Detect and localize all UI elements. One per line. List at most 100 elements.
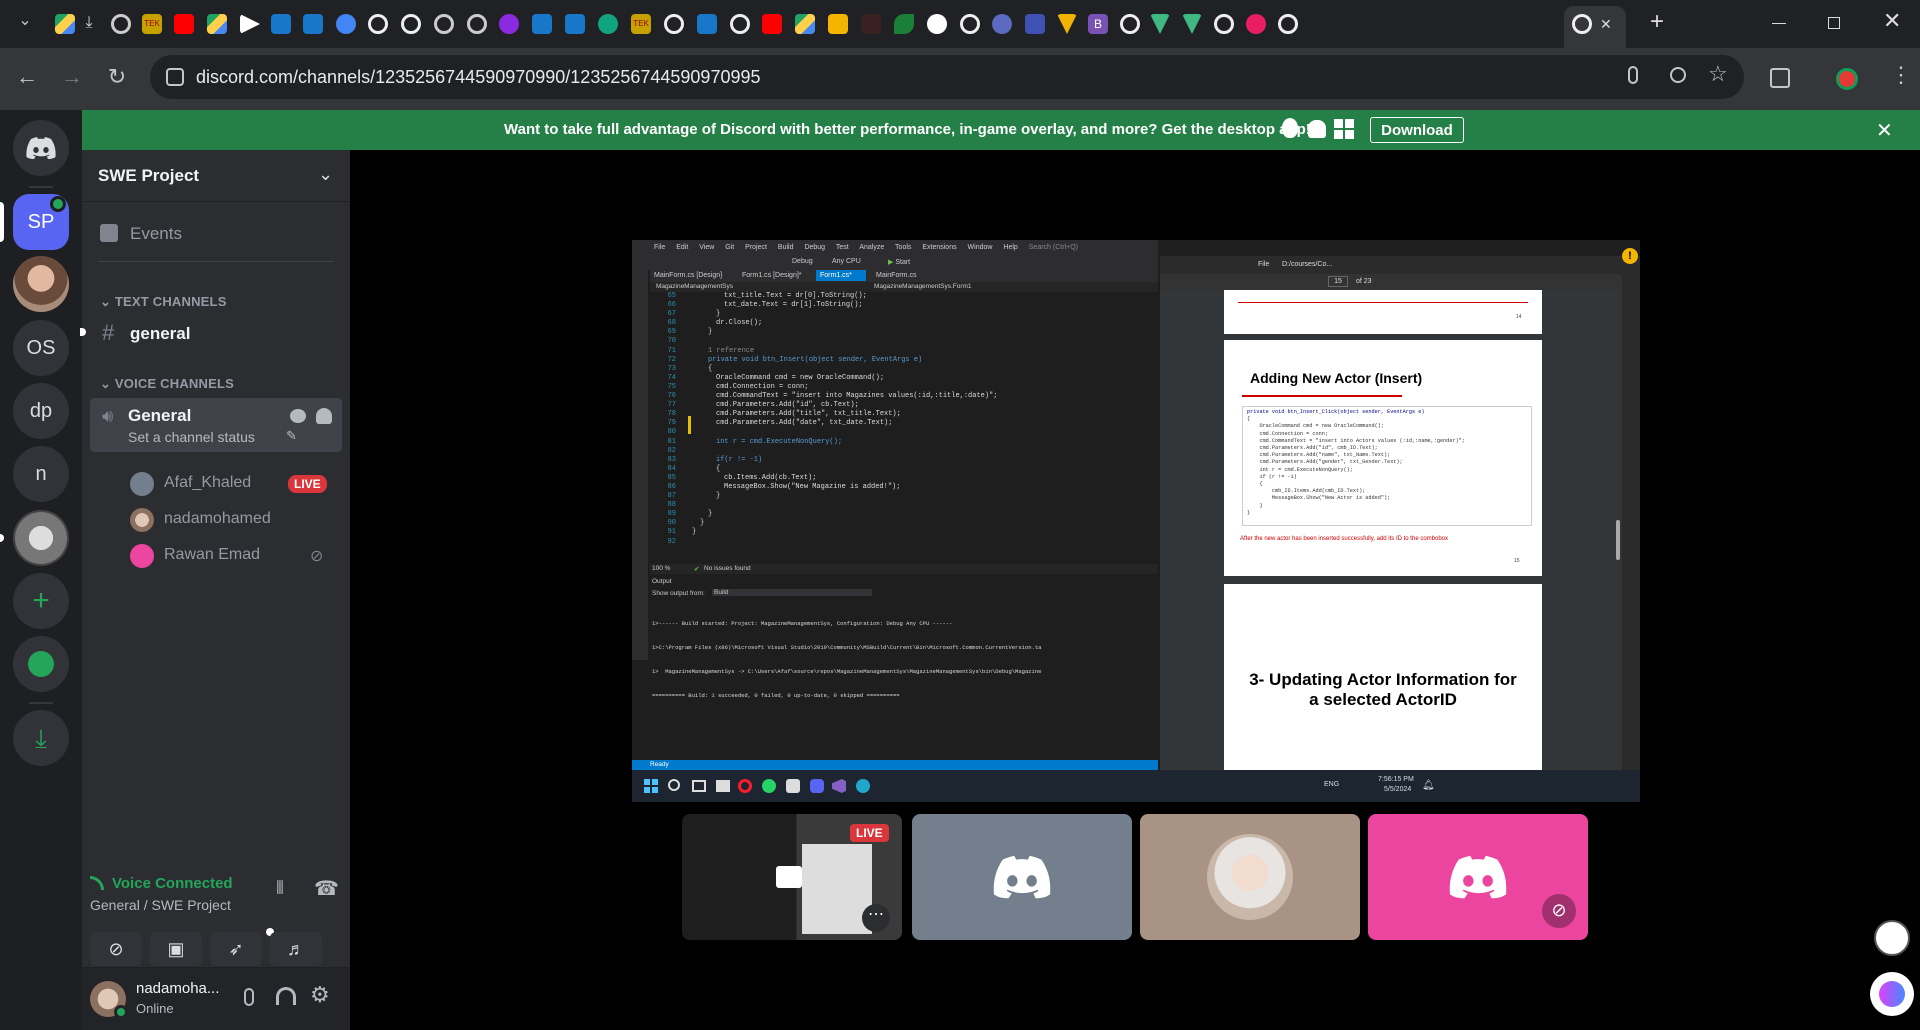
- translate-icon[interactable]: [1874, 920, 1910, 956]
- camera-off-button[interactable]: ⊘: [90, 932, 142, 966]
- notification-bell-icon[interactable]: 🔔︎: [1422, 780, 1435, 791]
- google-tab-icon-6[interactable]: [1120, 14, 1140, 34]
- address-bar[interactable]: discord.com/channels/1235256744590970990…: [150, 55, 1744, 99]
- google-tab-icon-4[interactable]: [730, 14, 750, 34]
- bootstrap-tab-icon[interactable]: B: [1088, 14, 1108, 34]
- pdf-path[interactable]: D:/courses/Co...: [1282, 261, 1332, 268]
- pdf-page-input[interactable]: 15: [1328, 276, 1348, 287]
- chrome-menu-icon[interactable]: ⋮: [1890, 62, 1912, 88]
- vs-menu-window[interactable]: Window: [968, 244, 993, 251]
- sap-tab-icon-4[interactable]: [565, 14, 585, 34]
- tab-search-chevron-icon[interactable]: ⌄: [10, 10, 40, 30]
- screen-share-view[interactable]: File Edit View Git Project Build Debug T…: [632, 240, 1640, 802]
- opera-icon[interactable]: [738, 779, 752, 793]
- noise-suppression-icon[interactable]: ⦀: [276, 878, 284, 899]
- taskbar-search-icon[interactable]: [668, 779, 680, 791]
- vs-menu-extensions[interactable]: Extensions: [922, 244, 956, 251]
- headphones-icon[interactable]: [276, 987, 296, 1005]
- vs-class-dropdown[interactable]: MagazineManagementSys.Form1: [874, 283, 972, 290]
- vs-tab-3[interactable]: Form1.cs*: [816, 270, 866, 281]
- add-server-button[interactable]: +: [13, 573, 69, 629]
- sap-tab-icon-2[interactable]: [303, 14, 323, 34]
- pdf-scrollbar-thumb[interactable]: [1616, 520, 1620, 560]
- vs-menu-build[interactable]: Build: [778, 244, 794, 251]
- participant-tile-nada[interactable]: [1140, 814, 1360, 940]
- download-apps-button[interactable]: ⤓: [13, 710, 69, 766]
- vs-menu-tools[interactable]: Tools: [895, 244, 911, 251]
- sap-tab-icon-3[interactable]: [532, 14, 552, 34]
- google-tab-icon-5[interactable]: [960, 14, 980, 34]
- stream-preview-tile[interactable]: LIVE ⋯: [682, 814, 902, 940]
- reload-icon[interactable]: ↻: [102, 64, 132, 90]
- profile-avatar[interactable]: [1836, 68, 1858, 90]
- minimize-icon[interactable]: [1772, 23, 1786, 24]
- assistant-icon[interactable]: [1870, 972, 1914, 1016]
- discord-taskbar-icon[interactable]: [810, 779, 824, 793]
- zoom-level[interactable]: 100 %: [652, 565, 670, 572]
- username[interactable]: nadamoha...: [136, 980, 219, 997]
- vue-tab-icon-1[interactable]: [1150, 14, 1170, 34]
- vs-menu-view[interactable]: View: [699, 244, 714, 251]
- microphone-icon[interactable]: [1628, 66, 1638, 84]
- active-tab[interactable]: ✕: [1564, 6, 1626, 48]
- screen-share-button[interactable]: ▣: [150, 932, 202, 966]
- care-tab-icon[interactable]: [861, 14, 881, 34]
- vs-start-button[interactable]: ▶ Start: [888, 258, 910, 266]
- download-tab-icon[interactable]: ⤓: [79, 14, 99, 34]
- windows-start-icon[interactable]: [644, 779, 658, 793]
- vs-platform[interactable]: Any CPU: [832, 258, 861, 265]
- participant-tile-rawan[interactable]: ⊘: [1368, 814, 1588, 940]
- microphone-icon[interactable]: [244, 988, 254, 1006]
- language-indicator[interactable]: ENG: [1324, 781, 1339, 788]
- vs-menu-debug[interactable]: Debug: [804, 244, 825, 251]
- pencil-icon[interactable]: ✎: [286, 428, 297, 444]
- vs-menu-git[interactable]: Git: [725, 244, 734, 251]
- close-tab-icon[interactable]: ✕: [1600, 16, 1612, 33]
- text-channels-category[interactable]: ⌄ TEXT CHANNELS: [100, 294, 227, 310]
- app-tab-icon-5[interactable]: [1246, 14, 1266, 34]
- activity-button[interactable]: ➶: [210, 932, 262, 966]
- explore-servers-button[interactable]: [13, 636, 69, 692]
- code-editor[interactable]: 65 66 67 68 69 70 71 72 73 74 75 76 77 7…: [650, 292, 1158, 564]
- disconnect-icon[interactable]: ☎: [314, 876, 339, 901]
- solution-explorer-strip[interactable]: [632, 270, 648, 660]
- server-dp[interactable]: dp: [13, 383, 69, 439]
- channel-general[interactable]: # general: [90, 316, 342, 352]
- vs-menu-test[interactable]: Test: [836, 244, 849, 251]
- vs-search[interactable]: Search (Ctrl+Q): [1029, 244, 1078, 251]
- participant-tile-afaf[interactable]: [912, 814, 1132, 940]
- chrome-tab-icon-3[interactable]: [467, 14, 487, 34]
- vs-menu-file[interactable]: File: [654, 244, 665, 251]
- vs-menu-project[interactable]: Project: [745, 244, 767, 251]
- slides-tab-icon[interactable]: [828, 14, 848, 34]
- server-os[interactable]: OS: [13, 320, 69, 376]
- google-tab-icon-3[interactable]: [664, 14, 684, 34]
- play-tab-icon[interactable]: [240, 14, 260, 34]
- chrome-tab-icon-1[interactable]: [111, 14, 131, 34]
- forms-tab-icon[interactable]: [1025, 14, 1045, 34]
- chrome-tab-icon-2[interactable]: [434, 14, 454, 34]
- app-tab-icon-3[interactable]: [927, 14, 947, 34]
- restore-icon[interactable]: [1828, 17, 1840, 29]
- google-drive-tab-icon-2[interactable]: [207, 14, 227, 34]
- home-button[interactable]: [13, 120, 69, 176]
- vuetify-tab-icon[interactable]: [1057, 14, 1077, 34]
- pdf-content[interactable]: 14 Adding New Actor (Insert) private voi…: [1160, 290, 1622, 770]
- google-tab-icon-8[interactable]: [1278, 14, 1298, 34]
- download-button[interactable]: Download: [1370, 117, 1464, 143]
- chat-icon[interactable]: [290, 409, 306, 423]
- youtube-tab-icon-1[interactable]: [174, 14, 194, 34]
- edge-taskbar-icon[interactable]: [856, 779, 870, 793]
- vs-tab-1[interactable]: MainForm.cs [Design]: [654, 272, 722, 279]
- banner-close-icon[interactable]: ✕: [1876, 118, 1893, 143]
- voice-location[interactable]: General / SWE Project: [90, 897, 231, 913]
- new-tab-icon[interactable]: +: [1650, 8, 1664, 36]
- app-tab-icon-2[interactable]: [499, 14, 519, 34]
- url-text[interactable]: discord.com/channels/1235256744590970990…: [196, 67, 761, 88]
- tek-tab-icon-1[interactable]: TEK: [142, 14, 162, 34]
- voice-status[interactable]: Voice Connected: [112, 875, 233, 892]
- voice-channels-category[interactable]: ⌄ VOICE CHANNELS: [100, 376, 234, 392]
- vue-tab-icon-2[interactable]: [1182, 14, 1202, 34]
- vs-tab-4[interactable]: MainForm.cs: [876, 272, 916, 279]
- taskbar-app-icon[interactable]: [786, 779, 800, 793]
